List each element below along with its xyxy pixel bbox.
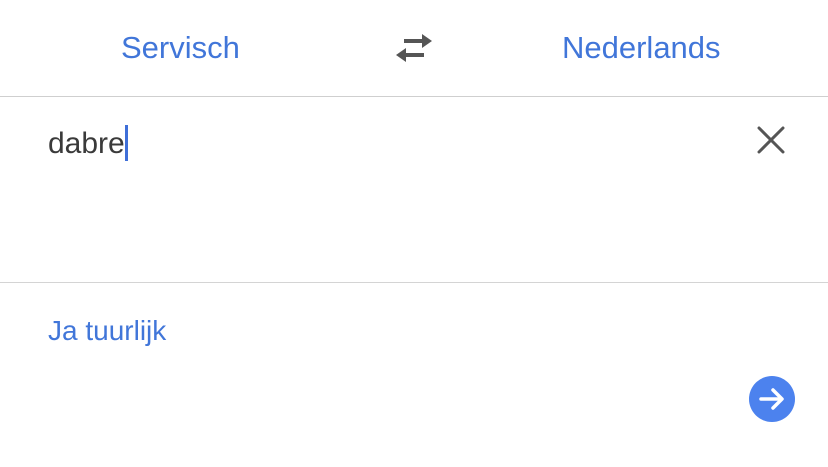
translate-go-button[interactable] — [749, 376, 795, 422]
source-text-value: dabre — [48, 127, 125, 160]
close-icon — [757, 126, 785, 154]
clear-input-button[interactable] — [754, 123, 788, 157]
target-language-button[interactable]: Nederlands — [562, 28, 721, 68]
source-language-button[interactable]: Servisch — [121, 28, 240, 68]
translate-app: Servisch Nederlands dabre Ja tuurlijk — [0, 0, 828, 467]
language-bar: Servisch Nederlands — [0, 0, 828, 97]
suggestion-link[interactable]: Ja tuurlijk — [48, 312, 166, 350]
arrow-right-icon — [759, 388, 784, 410]
text-caret — [124, 125, 128, 161]
swap-languages-button[interactable] — [392, 30, 436, 66]
swap-arrows-icon — [396, 34, 432, 62]
source-text-area[interactable]: dabre — [0, 97, 828, 283]
source-text-input[interactable]: dabre — [48, 124, 128, 164]
suggestion-area: Ja tuurlijk — [0, 283, 828, 467]
